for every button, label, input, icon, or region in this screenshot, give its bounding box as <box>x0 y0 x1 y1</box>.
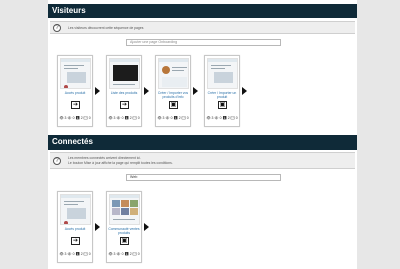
form-icon[interactable]: ▣ <box>218 101 227 109</box>
connected-card-1[interactable]: Accès produit ➔ 👁 3 ⚙ 0 ⬇ 2 ✉ 0 <box>57 191 93 263</box>
page-thumbnail <box>60 58 91 89</box>
flow-arrow-icon <box>95 223 100 231</box>
flow-page: Visiteurs ? Les visiteurs découvrent cet… <box>48 0 357 269</box>
help-icon[interactable]: ? <box>53 24 61 32</box>
card-stats: 👁 3 ⚙ 0 ⬇ 2 ✉ 0 <box>108 252 140 256</box>
page-thumbnail <box>109 194 140 225</box>
card-stats: 👁 3 ⚙ 0 ⬇ 2 ✉ 0 <box>108 116 140 120</box>
flow-arrow-icon <box>95 87 100 95</box>
page-thumbnail <box>158 58 189 89</box>
visitors-header: Visiteurs <box>48 4 357 18</box>
flow-arrow-icon <box>144 87 149 95</box>
flow-arrow-icon <box>242 87 247 95</box>
card-stats: 👁 3 ⚙ 0 ⬇ 2 ✉ 0 <box>59 116 91 120</box>
card-stats: 👁 3 ⚙ 0 ⬇ 2 ✉ 0 <box>157 116 189 120</box>
visitors-card-4[interactable]: Créer / Importer un produit ▣ 👁 3 ⚙ 0 ⬇ … <box>204 55 240 127</box>
connected-page-search[interactable]: Web <box>126 174 281 181</box>
visitors-info-text: Les visiteurs découvrent cette séquence … <box>68 26 144 30</box>
arrow-right-icon[interactable]: ➔ <box>120 101 129 109</box>
page-thumbnail <box>60 194 91 225</box>
connected-info-bar: ? Les membres connectés arrivent directe… <box>50 152 355 169</box>
card-title[interactable]: Créer / Importer vos produits d'info <box>156 91 190 99</box>
connected-card-2[interactable]: Communauté ventes produits ▣ 👁 3 ⚙ 0 ⬇ 2… <box>106 191 142 263</box>
page-thumbnail <box>207 58 238 89</box>
visitors-card-1[interactable]: Accès produit ➔ 👁 3 ⚙ 0 ⬇ 2 ✉ 0 <box>57 55 93 127</box>
flow-arrow-icon <box>193 87 198 95</box>
visitors-page-search[interactable]: Ajouter une page Onboarding <box>126 39 281 46</box>
help-icon[interactable]: ? <box>53 157 61 165</box>
card-title[interactable]: Accès produit <box>58 91 92 95</box>
connected-header: Connectés <box>48 135 357 150</box>
flow-arrow-icon <box>144 223 149 231</box>
page-thumbnail <box>109 58 140 89</box>
card-title[interactable]: Accès produit <box>58 227 92 231</box>
card-title[interactable]: Communauté ventes produits <box>107 227 141 235</box>
arrow-right-icon[interactable]: ➔ <box>71 101 80 109</box>
visitors-card-3[interactable]: Créer / Importer vos produits d'info ▣ 👁… <box>155 55 191 127</box>
card-stats: 👁 3 ⚙ 0 ⬇ 2 ✉ 0 <box>59 252 91 256</box>
visitors-card-2[interactable]: Liste des produits ➔ 👁 3 ⚙ 0 ⬇ 2 ✉ 0 <box>106 55 142 127</box>
visitors-info-bar: ? Les visiteurs découvrent cette séquenc… <box>50 21 355 34</box>
form-icon[interactable]: ▣ <box>120 237 129 245</box>
card-stats: 👁 3 ⚙ 0 ⬇ 2 ✉ 0 <box>206 116 238 120</box>
arrow-right-icon[interactable]: ➔ <box>71 237 80 245</box>
card-title[interactable]: Créer / Importer un produit <box>205 91 239 99</box>
card-title[interactable]: Liste des produits <box>107 91 141 95</box>
visitors-title: Visiteurs <box>52 6 86 15</box>
connected-info-line-2: Le bouton Mise à jour affiche la page qu… <box>68 161 173 165</box>
connected-title: Connectés <box>52 137 93 146</box>
form-icon[interactable]: ▣ <box>169 101 178 109</box>
